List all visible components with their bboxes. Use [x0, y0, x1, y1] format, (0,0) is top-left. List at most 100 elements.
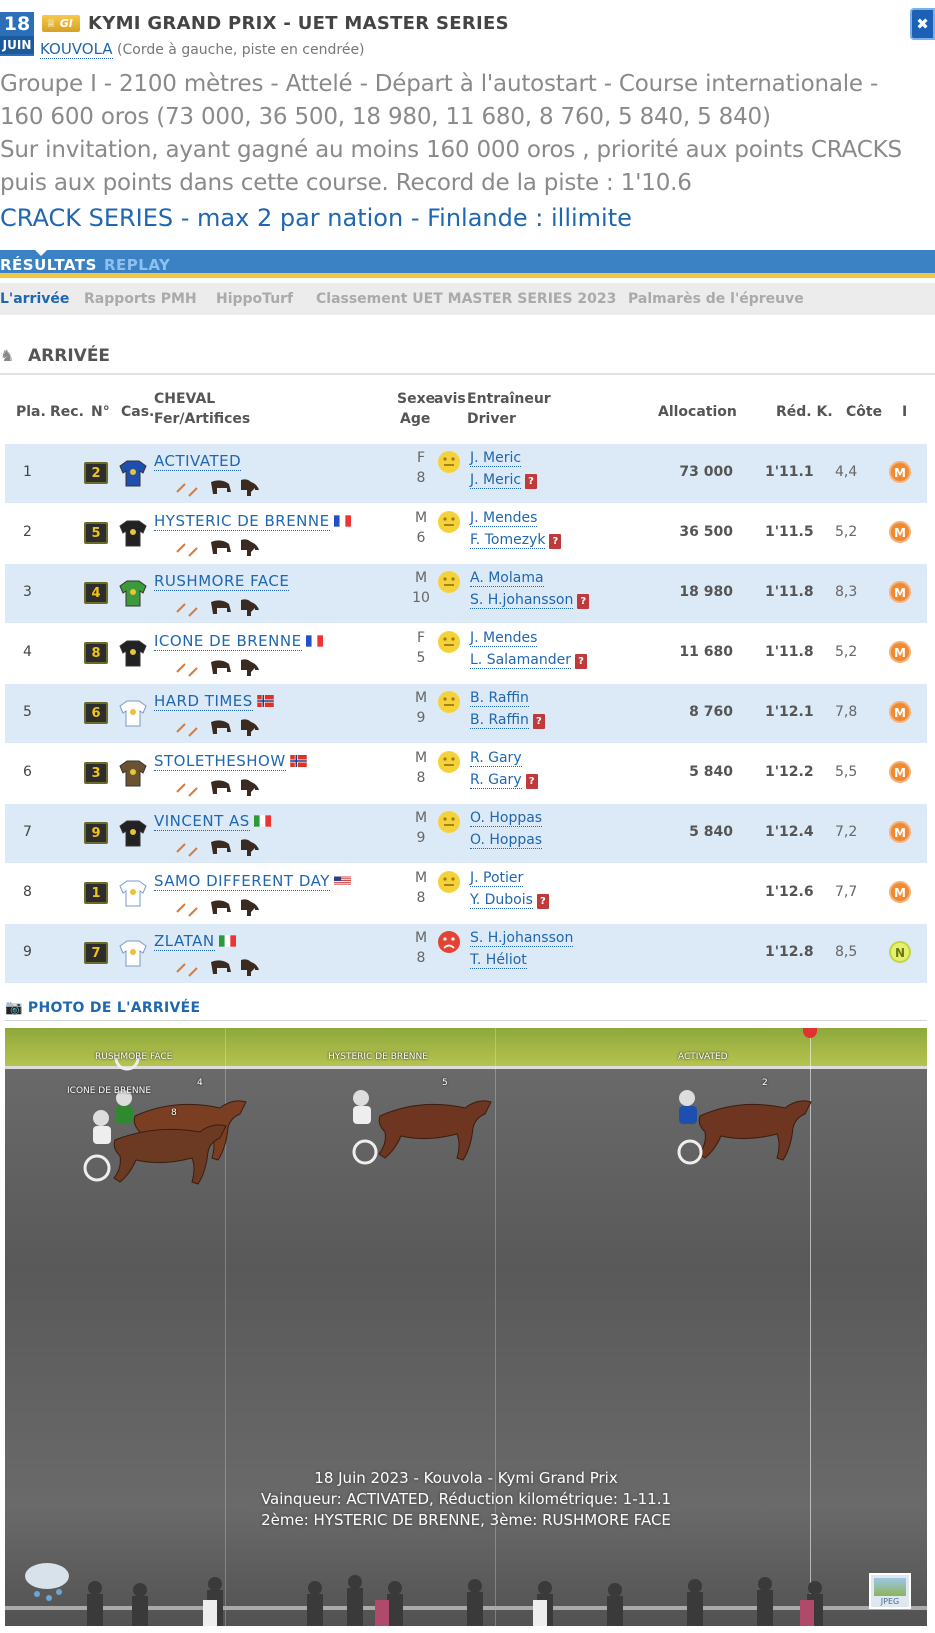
driver-link[interactable]: J. Meric: [470, 472, 522, 489]
table-row[interactable]: 3 4 RUSHMORE FACE M 10 A. Molama S. H.johansso…: [5, 564, 927, 624]
crack-series-link[interactable]: CRACK SERIES - max 2 par nation - Finlan…: [0, 204, 632, 232]
allocation: 5 840: [689, 764, 733, 780]
trainer-link[interactable]: J. Mendes: [470, 630, 538, 647]
driver-link[interactable]: L. Salamander: [470, 652, 571, 669]
shoe-equipment-icon: [175, 536, 265, 558]
horse-head-icon: ♞: [0, 346, 15, 365]
finish-photo[interactable]: RUSHMORE FACE ICONE DE BRENNE HYSTERIC D…: [5, 1028, 927, 1626]
table-row[interactable]: 7 9 VINCENT AS M 9 O. Hoppas O. Hoppas 5 840 1'1…: [5, 804, 927, 864]
venue-link[interactable]: KOUVOLA: [40, 40, 113, 59]
section-title-label: ARRIVÉE: [28, 346, 111, 366]
tab-results[interactable]: RÉSULTATS: [0, 256, 97, 274]
table-row[interactable]: 4 8 ICONE DE BRENNE F 5 J. Mendes L. Salamande…: [5, 624, 927, 684]
horse-activated: [698, 1100, 812, 1161]
table-row[interactable]: 8 1 SAMO DIFFERENT DAY M 8 J. Potier Y. Dubois…: [5, 864, 927, 924]
shoe-equipment-icon: [175, 476, 265, 498]
horse-age: 8: [416, 890, 426, 906]
subtab-arrivee[interactable]: L'arrivée: [0, 291, 69, 307]
driver-link[interactable]: T. Héliot: [470, 952, 527, 969]
jpeg-label: JPEG: [880, 1597, 900, 1606]
question-icon[interactable]: ?: [536, 894, 549, 909]
trainer-link[interactable]: J. Potier: [470, 870, 524, 887]
placing: 9: [23, 944, 32, 960]
horse-name-link[interactable]: ACTIVATED: [154, 452, 242, 471]
driver-cell: S. H.johansson?: [470, 592, 590, 609]
horse-name-link[interactable]: ZLATAN: [154, 932, 215, 951]
close-button[interactable]: ✖: [910, 8, 935, 40]
saddle-number: 4: [197, 1078, 203, 1088]
question-icon[interactable]: ?: [532, 714, 545, 729]
horse-age: 6: [416, 530, 426, 546]
trainer-link[interactable]: A. Molama: [470, 570, 544, 587]
horse-name-link[interactable]: RUSHMORE FACE: [154, 572, 290, 591]
saddle-number: 5: [442, 1078, 448, 1088]
driver-cell: F. Tomezyk?: [470, 532, 562, 549]
trainer-link[interactable]: R. Gary: [470, 750, 522, 767]
driver-link[interactable]: B. Raffin: [470, 712, 529, 729]
driver-link[interactable]: S. H.johansson: [470, 592, 574, 609]
driver-link[interactable]: F. Tomezyk: [470, 532, 546, 549]
trainer-link[interactable]: B. Raffin: [470, 690, 529, 707]
trainer-link[interactable]: J. Meric: [470, 450, 522, 467]
indicator-badge: M: [889, 701, 911, 723]
date-day: 18: [3, 13, 31, 35]
question-icon[interactable]: ?: [525, 474, 538, 489]
table-row[interactable]: 9 7 ZLATAN M 8 S. H.johansson T. Héliot 1'12.8 8…: [5, 924, 927, 984]
horse-sex: M: [414, 870, 428, 886]
horse-name-link[interactable]: HYSTERIC DE BRENNE: [154, 512, 330, 531]
image-icon: [874, 1578, 906, 1596]
km-reduction: 1'11.5: [765, 524, 814, 540]
driver-link[interactable]: O. Hoppas: [470, 832, 543, 849]
allocation: 73 000: [679, 464, 733, 480]
subtab-hippoturf[interactable]: HippoTurf: [216, 291, 293, 307]
subtab-classement[interactable]: Classement UET MASTER SERIES 2023: [316, 291, 616, 307]
horse-name-link[interactable]: STOLETHESHOW: [154, 752, 286, 771]
placing: 2: [23, 524, 32, 540]
km-reduction: 1'12.8: [765, 944, 814, 960]
subtab-rapports-pmh[interactable]: Rapports PMH: [84, 291, 197, 307]
trainer-link[interactable]: J. Mendes: [470, 510, 538, 527]
country-flag-icon: [330, 874, 351, 890]
conditions-line-3: Sur invitation, ayant gagné au moins 160…: [0, 137, 902, 163]
question-icon[interactable]: ?: [549, 534, 562, 549]
sad-face-icon: [437, 930, 461, 954]
driver-link[interactable]: Y. Dubois: [470, 892, 533, 909]
group-badge-label: GI: [59, 17, 73, 30]
country-flag-icon: [250, 814, 271, 830]
table-row[interactable]: 5 6 HARD TIMES M 9 B. Raffin B. Raffin? 8 760 1'…: [5, 684, 927, 744]
driver-cell: T. Héliot: [470, 952, 527, 969]
allocation: 18 980: [679, 584, 733, 600]
horse-sex: M: [414, 510, 428, 526]
horse-age: 5: [416, 650, 426, 666]
question-icon[interactable]: ?: [577, 594, 590, 609]
trainer-link[interactable]: S. H.johansson: [470, 930, 574, 947]
saddle-number: 8: [171, 1108, 177, 1118]
tab-replay[interactable]: REPLAY: [104, 256, 170, 274]
placing: 8: [23, 884, 32, 900]
placing: 1: [23, 464, 32, 480]
question-icon[interactable]: ?: [525, 774, 538, 789]
saddle-number-badge: 8: [84, 642, 108, 664]
jpeg-download-button[interactable]: JPEG: [869, 1573, 911, 1609]
jockey-silk-icon: [118, 938, 148, 968]
table-row[interactable]: 1 2 ACTIVATED F 8 J. Meric J. Meric? 73 000 1'11…: [5, 444, 927, 504]
table-row[interactable]: 6 3 STOLETHESHOW M 8 R. Gary R. Gary? 5 840 1'12…: [5, 744, 927, 804]
subtab-palmares[interactable]: Palmarès de l'épreuve: [628, 291, 804, 307]
photo-caption-1: 18 Juin 2023 - Kouvola - Kymi Grand Prix: [314, 1469, 618, 1487]
horse-sex: F: [416, 630, 426, 646]
saddle-number-badge: 5: [84, 522, 108, 544]
trainer-link[interactable]: O. Hoppas: [470, 810, 543, 827]
horse-name-link[interactable]: VINCENT AS: [154, 812, 250, 831]
jockey-silk-icon: [118, 698, 148, 728]
indicator-badge: M: [889, 881, 911, 903]
horse-name-link[interactable]: ICONE DE BRENNE: [154, 632, 302, 651]
km-reduction: 1'11.1: [765, 464, 814, 480]
col-cheval: CHEVAL: [154, 391, 216, 407]
horse-name-link[interactable]: HARD TIMES: [154, 692, 253, 711]
col-entraineur: Entraîneur: [467, 391, 551, 407]
question-icon[interactable]: ?: [574, 654, 587, 669]
table-row[interactable]: 2 5 HYSTERIC DE BRENNE M 6 J. Mendes F. Tomezy…: [5, 504, 927, 564]
driver-link[interactable]: R. Gary: [470, 772, 522, 789]
placing: 3: [23, 584, 32, 600]
horse-name-link[interactable]: SAMO DIFFERENT DAY: [154, 872, 330, 891]
